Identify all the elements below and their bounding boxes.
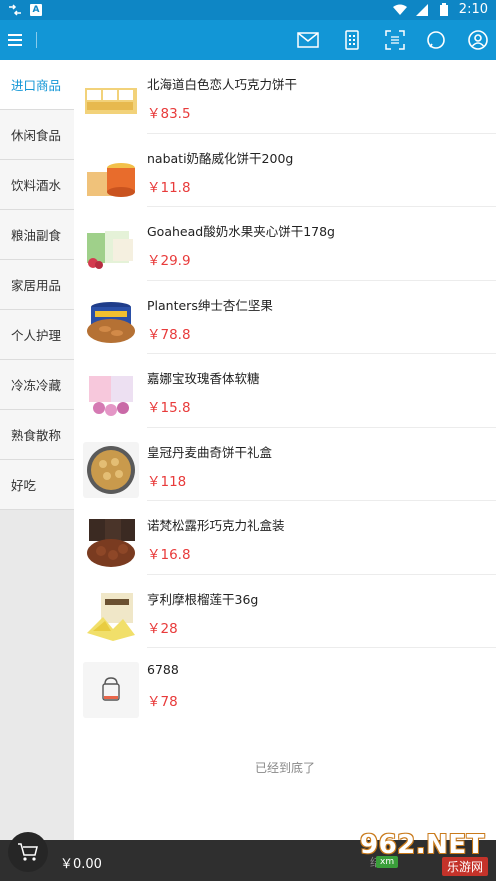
chat-icon[interactable]: [424, 28, 448, 52]
product-image-placeholder: [83, 662, 139, 718]
category-label: 个人护理: [11, 328, 62, 343]
product-image: [83, 441, 139, 498]
category-item-imported[interactable]: 进口商品: [0, 60, 74, 110]
product-item[interactable]: 亨利摩根榴莲干36g ￥28: [74, 575, 496, 648]
product-name: 诺梵松露形巧克力礼盒装: [147, 518, 285, 533]
product-price: ￥28: [147, 620, 178, 637]
product-price: ￥29.9: [147, 253, 191, 269]
watermark-subtext: 乐游网: [441, 857, 488, 876]
divider: [36, 32, 37, 48]
app-notification-icon: A: [30, 4, 42, 16]
product-image: [83, 368, 139, 424]
signal-icon: [415, 3, 429, 17]
list-end-text: 已经到底了: [254, 761, 315, 775]
product-name: 6788: [147, 662, 179, 677]
category-item-frozen[interactable]: 冷冻冷藏: [0, 360, 74, 410]
list-icon[interactable]: [340, 28, 364, 52]
product-price: ￥83.5: [147, 106, 191, 122]
clock-time: 2:10: [458, 2, 488, 17]
product-item[interactable]: 诺梵松露形巧克力礼盒装 ￥16.8: [74, 501, 496, 575]
watermark-logo: 962.NET xm 乐游网: [360, 830, 490, 878]
product-name: 亨利摩根榴莲干36g: [147, 591, 259, 607]
cart-bar: ￥0.00 结算 962.NET xm 乐游网: [0, 830, 496, 881]
product-name: Planters绅士杏仁坚果: [147, 297, 273, 313]
cart-icon: [18, 843, 38, 861]
category-item-drinks[interactable]: 饮料酒水: [0, 160, 74, 210]
app-bar: [0, 20, 496, 60]
product-item[interactable]: 北海道白色恋人巧克力饼干 ￥83.5: [74, 60, 496, 134]
product-image: [83, 221, 139, 277]
category-item-deli[interactable]: 熟食散称: [0, 410, 74, 460]
category-label: 进口商品: [11, 78, 62, 93]
product-item[interactable]: 皇冠丹麦曲奇饼干礼盒 ￥118: [74, 428, 496, 501]
product-price: ￥118: [147, 473, 187, 490]
product-item[interactable]: 嘉娜宝玫瑰香体软糖 ￥15.8: [74, 354, 496, 428]
product-name: 北海道白色恋人巧克力饼干: [147, 77, 298, 92]
product-image: [83, 294, 139, 351]
product-price: ￥15.8: [147, 400, 191, 416]
status-bar: A 2:10: [0, 0, 496, 20]
product-item[interactable]: Goahead酸奶水果夹心饼干178g ￥29.9: [74, 207, 496, 281]
product-image: [83, 147, 139, 204]
category-label: 好吃: [11, 478, 37, 493]
category-label: 家居用品: [11, 278, 62, 293]
category-item-household[interactable]: 家居用品: [0, 260, 74, 310]
menu-icon[interactable]: [8, 32, 24, 48]
product-list: 北海道白色恋人巧克力饼干 ￥83.5 nabati奶酪威化饼干200g ￥11.…: [74, 60, 496, 840]
cart-button[interactable]: [8, 832, 48, 872]
sidebar-empty-area: [0, 510, 74, 840]
scan-icon[interactable]: [383, 28, 407, 52]
product-item[interactable]: nabati奶酪威化饼干200g ￥11.8: [74, 134, 496, 207]
battery-icon: [437, 3, 451, 17]
product-price: ￥11.8: [147, 179, 191, 196]
category-item-tasty[interactable]: 好吃: [0, 460, 74, 510]
product-price: ￥16.8: [147, 547, 191, 563]
category-sidebar: 进口商品 休闲食品 饮料酒水 粮油副食 家居用品 个人护理 冷冻冷藏 熟食散称 …: [0, 60, 74, 840]
product-price: ￥78.8: [147, 326, 191, 343]
category-label: 冷冻冷藏: [11, 378, 62, 393]
product-name: 嘉娜宝玫瑰香体软糖: [147, 371, 260, 386]
cast-icon: [8, 3, 22, 17]
user-icon[interactable]: [466, 28, 490, 52]
category-label: 粮油副食: [11, 228, 62, 243]
product-name: 皇冠丹麦曲奇饼干礼盒: [147, 444, 273, 460]
product-image: [83, 515, 139, 571]
watermark-badge: xm: [376, 856, 399, 868]
category-item-grain-oil[interactable]: 粮油副食: [0, 210, 74, 260]
category-label: 休闲食品: [11, 128, 62, 143]
mail-icon[interactable]: [296, 28, 320, 52]
product-name: Goahead酸奶水果夹心饼干178g: [147, 224, 335, 239]
product-item[interactable]: Planters绅士杏仁坚果 ￥78.8: [74, 281, 496, 354]
product-item[interactable]: 6788 ￥78: [74, 648, 496, 722]
cart-total: ￥0.00: [60, 857, 102, 872]
product-image: [83, 74, 139, 130]
category-label: 饮料酒水: [11, 178, 62, 193]
category-item-personal-care[interactable]: 个人护理: [0, 310, 74, 360]
category-item-snacks[interactable]: 休闲食品: [0, 110, 74, 160]
product-price: ￥78: [147, 694, 178, 710]
product-name: nabati奶酪威化饼干200g: [147, 150, 294, 166]
wifi-icon: [392, 3, 407, 17]
product-image: [83, 588, 139, 645]
category-label: 熟食散称: [11, 428, 62, 443]
